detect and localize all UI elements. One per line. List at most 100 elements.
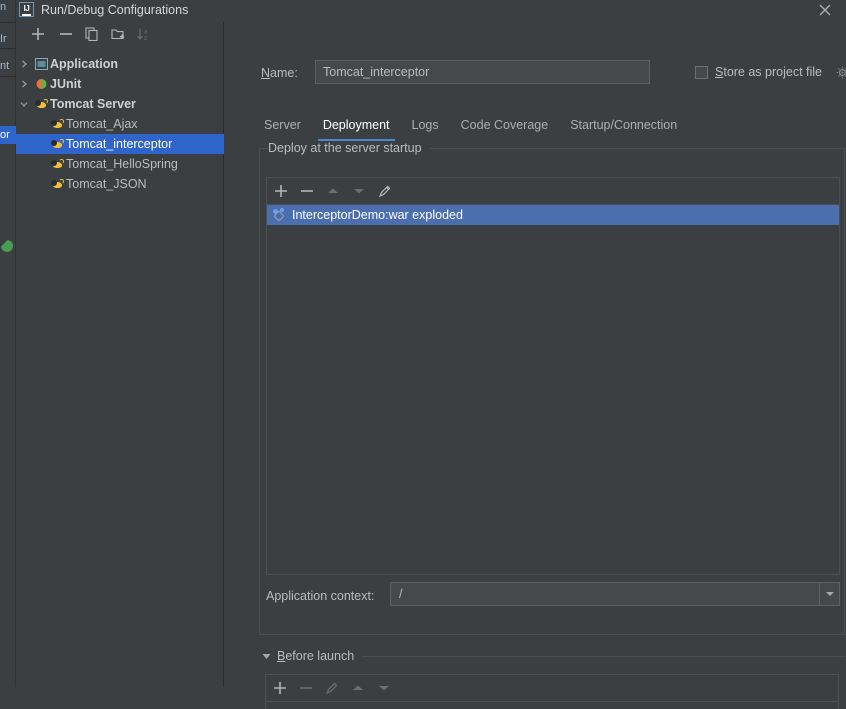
before-launch-title: Before launch — [273, 649, 362, 663]
chevron-down-icon[interactable] — [16, 94, 32, 114]
store-label-rest: tore as project file — [723, 65, 823, 79]
tree-item-tomcat-server[interactable]: Tomcat Server — [16, 94, 224, 114]
tree-item-label: Tomcat_interceptor — [66, 137, 173, 151]
application-context-combobox[interactable] — [390, 582, 840, 606]
tree-toolbar: a z — [16, 22, 224, 46]
tomcat-icon — [48, 174, 66, 194]
copy-configuration-button[interactable] — [82, 24, 102, 44]
tree-item-tomcat-hellospring[interactable]: Tomcat_HelloSpring — [16, 154, 224, 174]
before-launch-header[interactable]: Before launch — [259, 648, 845, 664]
remove-configuration-button[interactable] — [56, 24, 76, 44]
ide-background-sliver: n Ir nt or — [0, 0, 16, 687]
svg-text:a: a — [144, 30, 148, 36]
tree-item-label: JUnit — [50, 77, 82, 91]
ide-text-fragment: nt — [0, 60, 10, 72]
add-before-launch-task-button[interactable] — [270, 678, 291, 699]
before-launch-title-rest: efore launch — [285, 649, 355, 663]
arrow-down-icon[interactable] — [349, 181, 370, 202]
store-as-project-file-label: Store as project file — [715, 65, 822, 79]
junit-icon — [32, 74, 50, 94]
before-launch-task-list[interactable] — [265, 701, 839, 709]
artifact-label: InterceptorDemo:war exploded — [292, 208, 463, 222]
tab-server[interactable]: Server — [253, 114, 312, 141]
tree-item-label: Tomcat Server — [50, 97, 136, 111]
triangle-down-icon[interactable] — [259, 648, 273, 664]
pencil-icon[interactable] — [322, 678, 343, 699]
section-divider — [362, 655, 845, 657]
deployment-toolbar — [266, 177, 840, 204]
name-label: Name: — [261, 66, 298, 80]
deployment-panel: Deploy at the server startup Interceptor… — [259, 141, 845, 635]
deployment-artifacts-list[interactable]: InterceptorDemo:war exploded — [266, 204, 840, 575]
tab-code-coverage[interactable]: Code Coverage — [450, 114, 560, 141]
remove-artifact-button[interactable] — [297, 181, 318, 202]
store-as-project-file-checkbox[interactable]: Store as project file — [695, 65, 822, 79]
artifact-icon — [273, 208, 287, 222]
add-configuration-button[interactable] — [28, 24, 48, 44]
name-label-rest: ame: — [270, 66, 298, 80]
tab-startup-connection[interactable]: Startup/Connection — [559, 114, 688, 141]
ide-text-fragment: Ir — [0, 33, 7, 45]
chevron-right-icon[interactable] — [16, 54, 32, 74]
tomcat-icon — [48, 114, 66, 134]
ide-divider — [0, 22, 16, 23]
ide-text-fragment: or — [0, 129, 10, 141]
tree-item-tomcat-interceptor[interactable]: Tomcat_interceptor — [16, 134, 224, 154]
tree-item-label: Application — [50, 57, 119, 71]
pencil-icon[interactable] — [375, 181, 396, 202]
ide-divider — [0, 48, 16, 49]
chevron-right-icon[interactable] — [16, 74, 32, 94]
arrow-up-icon[interactable] — [348, 678, 369, 699]
add-artifact-button[interactable] — [271, 181, 292, 202]
application-icon — [32, 54, 50, 74]
arrow-up-icon[interactable] — [323, 181, 344, 202]
dialog-title: Run/Debug Configurations — [41, 3, 189, 17]
chevron-down-icon[interactable] — [819, 583, 839, 605]
name-input[interactable] — [315, 60, 650, 84]
before-launch-section: Before launch — [259, 648, 845, 709]
tree-item-label: Tomcat_Ajax — [66, 117, 138, 131]
remove-before-launch-task-button[interactable] — [296, 678, 317, 699]
configurations-tree[interactable]: Application JUnit Tomcat Server Tomcat_A… — [16, 46, 224, 666]
close-icon[interactable] — [810, 0, 840, 22]
checkbox-box[interactable] — [695, 65, 708, 79]
deploy-legend-label: Deploy at the server startup — [268, 141, 430, 155]
tree-item-junit[interactable]: JUnit — [16, 74, 224, 94]
configuration-tabs[interactable]: Server Deployment Logs Code Coverage Sta… — [253, 114, 846, 142]
tree-item-label: Tomcat_JSON — [66, 177, 147, 191]
tree-item-label: Tomcat_HelloSpring — [66, 157, 178, 171]
arrow-down-icon[interactable] — [374, 678, 395, 699]
tree-item-tomcat-ajax[interactable]: Tomcat_Ajax — [16, 114, 224, 134]
tab-logs[interactable]: Logs — [401, 114, 450, 141]
svg-text:z: z — [144, 36, 147, 41]
intellij-idea-icon: IJ — [19, 2, 34, 17]
ide-divider — [0, 76, 16, 77]
legend-divider — [429, 147, 838, 149]
table-row[interactable]: InterceptorDemo:war exploded — [267, 205, 839, 225]
deploy-legend: Deploy at the server startup — [268, 141, 838, 155]
tomcat-icon — [48, 134, 66, 154]
configurations-tree-panel: a z Application JUnit Tomcat Server Tomc… — [16, 22, 224, 687]
application-context-input[interactable] — [391, 587, 819, 601]
sort-alpha-icon[interactable]: a z — [134, 24, 154, 44]
run-debug-configurations-dialog: IJ Run/Debug Configurations a z Applicat… — [16, 0, 846, 709]
run-icon — [1, 240, 13, 252]
ide-text-fragment: n — [0, 1, 7, 13]
tab-deployment[interactable]: Deployment — [312, 114, 401, 141]
configuration-editor-panel: Name: Store as project file Server Deplo… — [225, 22, 846, 709]
application-context-label: Application context: — [266, 589, 375, 603]
tree-item-application[interactable]: Application — [16, 54, 224, 74]
gear-icon[interactable] — [836, 66, 846, 82]
tree-item-tomcat-json[interactable]: Tomcat_JSON — [16, 174, 224, 194]
dialog-titlebar: IJ Run/Debug Configurations — [16, 0, 846, 22]
folder-add-icon[interactable] — [108, 24, 128, 44]
tomcat-icon — [32, 94, 50, 114]
before-launch-toolbar — [265, 674, 839, 701]
